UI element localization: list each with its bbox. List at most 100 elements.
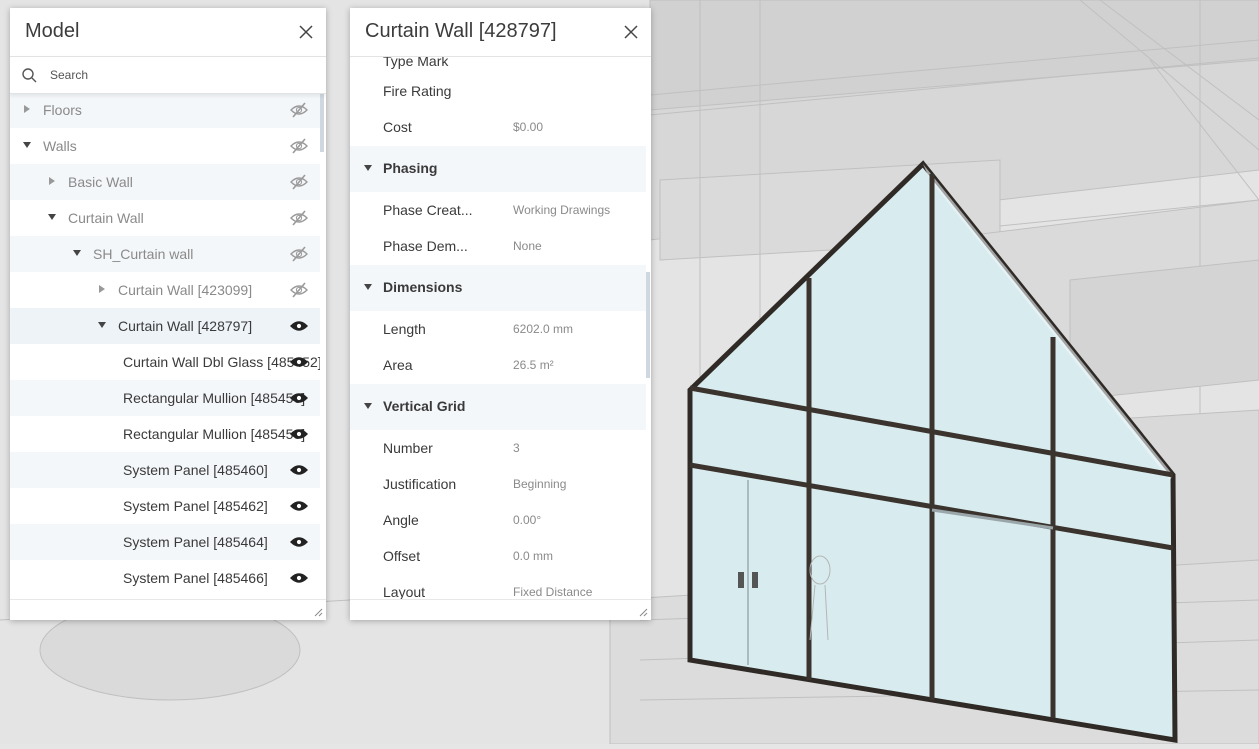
tree-row-label: SH_Curtain wall bbox=[93, 246, 194, 262]
tree-row[interactable]: System Panel [485464] bbox=[10, 524, 320, 560]
property-row: Fire Rating bbox=[350, 73, 646, 109]
caret-right-icon[interactable] bbox=[97, 284, 107, 294]
property-key: Length bbox=[383, 321, 426, 337]
tree-row-label: Curtain Wall [428797] bbox=[118, 318, 253, 334]
caret-down-icon[interactable] bbox=[363, 401, 373, 411]
category-header[interactable]: Phasing bbox=[350, 146, 646, 192]
eye-slash-icon[interactable] bbox=[290, 174, 308, 190]
caret-down-icon[interactable] bbox=[47, 212, 57, 222]
property-value: 26.5 m² bbox=[513, 358, 554, 372]
panel-footer bbox=[10, 599, 326, 620]
category-header[interactable]: Dimensions bbox=[350, 265, 646, 311]
property-value: Beginning bbox=[513, 477, 567, 491]
tree-row[interactable]: Curtain Wall Dbl Glass [485452] bbox=[10, 344, 320, 380]
panel-footer bbox=[350, 599, 651, 620]
caret-right-icon[interactable] bbox=[47, 176, 57, 186]
tree-row[interactable]: Curtain Wall [428797] bbox=[10, 308, 320, 344]
eye-icon[interactable] bbox=[290, 570, 308, 586]
property-key: Cost bbox=[383, 119, 412, 135]
tree-row-label: Rectangular Mullion [485458] bbox=[123, 426, 306, 442]
tree-row-label: System Panel [485464] bbox=[123, 534, 268, 550]
property-value: 0.0 mm bbox=[513, 549, 554, 563]
resize-grip-icon[interactable] bbox=[313, 607, 323, 617]
tree-row[interactable]: Rectangular Mullion [485458] bbox=[10, 416, 320, 452]
property-key: Phase Dem... bbox=[383, 238, 468, 254]
category-label: Vertical Grid bbox=[383, 398, 466, 414]
tree-row[interactable]: Floors bbox=[10, 92, 320, 128]
eye-slash-icon[interactable] bbox=[290, 138, 308, 154]
model-panel-header[interactable]: Model bbox=[10, 8, 326, 57]
property-row: Angle 0.00° bbox=[350, 502, 646, 538]
eye-icon[interactable] bbox=[290, 390, 308, 406]
property-value: $0.00 bbox=[513, 120, 544, 134]
close-icon[interactable] bbox=[296, 22, 316, 42]
category-header[interactable]: Vertical Grid bbox=[350, 384, 646, 430]
category-label: Phasing bbox=[383, 160, 438, 176]
tree-row-label: Rectangular Mullion [485456] bbox=[123, 390, 306, 406]
resize-grip-icon[interactable] bbox=[638, 607, 648, 617]
eye-icon[interactable] bbox=[290, 354, 308, 370]
property-key: Offset bbox=[383, 548, 421, 564]
caret-down-icon[interactable] bbox=[72, 248, 82, 258]
tree-row[interactable]: Basic Wall bbox=[10, 164, 320, 200]
tree-row[interactable]: System Panel [485462] bbox=[10, 488, 320, 524]
property-row: Phase Dem... None bbox=[350, 228, 646, 264]
properties-list: Type Mark Fire Rating Cost $0.00 Phasing Pha… bbox=[350, 57, 646, 600]
tree-row[interactable]: System Panel [485466] bbox=[10, 560, 320, 596]
tree-row-label: Curtain Wall [423099] bbox=[118, 282, 253, 298]
property-key: Angle bbox=[383, 512, 419, 528]
eye-slash-icon[interactable] bbox=[290, 246, 308, 262]
tree-row-label: Curtain Wall bbox=[68, 210, 144, 226]
property-row: Length 6202.0 mm bbox=[350, 311, 646, 347]
eye-slash-icon[interactable] bbox=[290, 282, 308, 298]
caret-down-icon[interactable] bbox=[22, 140, 32, 150]
property-key: Fire Rating bbox=[383, 83, 452, 99]
eye-icon[interactable] bbox=[290, 498, 308, 514]
tree-row[interactable]: Curtain Wall bbox=[10, 200, 320, 236]
eye-icon[interactable] bbox=[290, 462, 308, 478]
tree-row[interactable]: Rectangular Mullion [485456] bbox=[10, 380, 320, 416]
close-icon[interactable] bbox=[621, 22, 641, 42]
property-row: Justification Beginning bbox=[350, 466, 646, 502]
properties-scrollbar[interactable] bbox=[646, 272, 650, 378]
caret-down-icon[interactable] bbox=[363, 163, 373, 173]
eye-icon[interactable] bbox=[290, 426, 308, 442]
model-browser-panel: Model Floors Walls Basic Wall Curtain Wall S… bbox=[10, 8, 326, 620]
property-row: Layout Fixed Distance bbox=[350, 574, 646, 600]
property-value: Working Drawings bbox=[513, 203, 611, 217]
tree-row-label: System Panel [485466] bbox=[123, 570, 268, 586]
tree-row[interactable]: System Panel [485460] bbox=[10, 452, 320, 488]
property-row: Cost $0.00 bbox=[350, 109, 646, 145]
tree-row[interactable]: Walls bbox=[10, 128, 320, 164]
search-input[interactable] bbox=[48, 63, 312, 87]
property-key: Justification bbox=[383, 476, 457, 492]
tree-row[interactable]: SH_Curtain wall bbox=[10, 236, 320, 272]
caret-down-icon[interactable] bbox=[97, 320, 107, 330]
tree-scrollbar[interactable] bbox=[320, 92, 324, 152]
properties-panel-header[interactable]: Curtain Wall [428797] bbox=[350, 8, 651, 57]
property-value: Fixed Distance bbox=[513, 585, 593, 599]
tree-row[interactable]: Curtain Wall [423099] bbox=[10, 272, 320, 308]
eye-icon[interactable] bbox=[290, 318, 308, 334]
property-value: 0.00° bbox=[513, 513, 542, 527]
eye-slash-icon[interactable] bbox=[290, 210, 308, 226]
eye-icon[interactable] bbox=[290, 534, 308, 550]
property-row: Area 26.5 m² bbox=[350, 347, 646, 383]
caret-down-icon[interactable] bbox=[363, 282, 373, 292]
property-key: Layout bbox=[383, 584, 426, 600]
model-tree: Floors Walls Basic Wall Curtain Wall SH_Curt… bbox=[10, 92, 320, 598]
property-row: Phase Creat... Working Drawings bbox=[350, 192, 646, 228]
tree-row-label: Basic Wall bbox=[68, 174, 133, 190]
eye-slash-icon[interactable] bbox=[290, 102, 308, 118]
property-value: None bbox=[513, 239, 542, 253]
tree-row-label: System Panel [485462] bbox=[123, 498, 268, 514]
caret-right-icon[interactable] bbox=[22, 104, 32, 114]
search-bar bbox=[10, 57, 326, 94]
property-row: Offset 0.0 mm bbox=[350, 538, 646, 574]
property-value: 3 bbox=[513, 441, 520, 455]
tree-row-label: System Panel [485460] bbox=[123, 462, 268, 478]
property-row: Number 3 bbox=[350, 430, 646, 466]
properties-panel-title: Curtain Wall [428797] bbox=[365, 20, 557, 42]
tree-row-label: Floors bbox=[43, 102, 82, 118]
model-panel-title: Model bbox=[25, 20, 80, 42]
